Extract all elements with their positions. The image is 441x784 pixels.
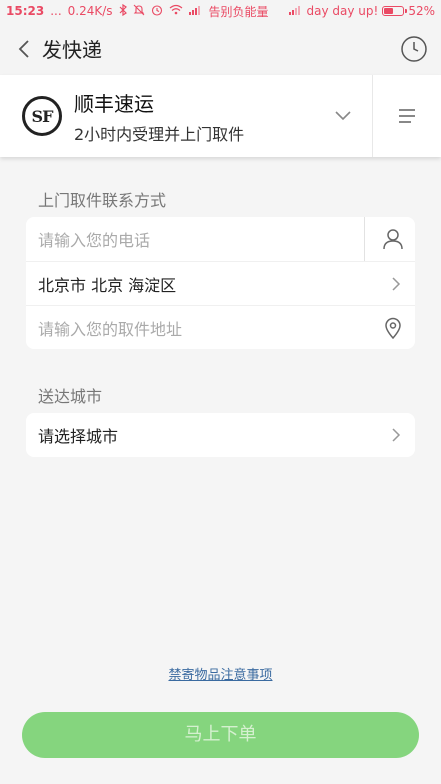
location-pin-icon[interactable] bbox=[381, 316, 405, 340]
battery-percent: 52% bbox=[408, 4, 435, 18]
courier-selector[interactable]: SF 顺丰速运 2小时内受理并上门取件 bbox=[0, 75, 441, 157]
sf-logo: SF bbox=[22, 96, 62, 136]
phone-input[interactable]: 请输入您的电话 bbox=[38, 227, 150, 251]
chevron-right-icon bbox=[391, 276, 401, 292]
courier-name: 顺丰速运 bbox=[74, 91, 154, 116]
status-time: 15:23 bbox=[6, 4, 45, 18]
clock-icon[interactable] bbox=[399, 34, 429, 64]
prohibited-items-link[interactable]: 禁寄物品注意事项 bbox=[0, 664, 441, 683]
battery-icon bbox=[382, 6, 408, 16]
network-speed: 0.24K/s bbox=[67, 4, 113, 18]
carrier-name-2: day day up! bbox=[306, 4, 379, 18]
carrier-name: 告别负能量 bbox=[208, 4, 269, 19]
pickup-section-label: 上门取件联系方式 bbox=[38, 191, 167, 210]
chevron-right-icon bbox=[391, 427, 401, 443]
address-row[interactable]: 请输入您的取件地址 bbox=[26, 305, 415, 349]
divider bbox=[364, 217, 365, 261]
alarm-icon bbox=[151, 4, 163, 19]
courier-info: 顺丰速运 2小时内受理并上门取件 bbox=[74, 88, 244, 145]
region-row[interactable]: 北京市 北京 海淀区 bbox=[26, 261, 415, 305]
chevron-left-icon[interactable] bbox=[14, 38, 34, 60]
status-bar: 15:23 ... 0.24K/s 告别负能量 day day up! 52% bbox=[0, 0, 441, 22]
contact-person-icon[interactable] bbox=[381, 227, 405, 251]
divider bbox=[372, 75, 373, 157]
destination-card: 请选择城市 bbox=[26, 413, 415, 457]
mute-icon bbox=[133, 4, 145, 19]
phone-row[interactable]: 请输入您的电话 bbox=[26, 217, 415, 261]
pickup-card: 请输入您的电话 北京市 北京 海淀区 请输入您的取件地址 bbox=[26, 217, 415, 349]
city-select[interactable]: 请选择城市 bbox=[38, 423, 118, 447]
signal-icon bbox=[188, 4, 203, 18]
chevron-down-icon[interactable] bbox=[328, 105, 358, 127]
submit-order-button[interactable]: 马上下单 bbox=[22, 712, 419, 758]
address-input[interactable]: 请输入您的取件地址 bbox=[38, 316, 182, 340]
signal-icon bbox=[288, 4, 303, 18]
wifi-icon bbox=[169, 4, 183, 18]
region-value: 北京市 北京 海淀区 bbox=[38, 275, 177, 295]
courier-subtitle: 2小时内受理并上门取件 bbox=[74, 124, 245, 144]
bluetooth-icon bbox=[119, 3, 127, 19]
city-row[interactable]: 请选择城市 bbox=[26, 413, 415, 457]
destination-section-label: 送达城市 bbox=[38, 387, 103, 406]
menu-icon[interactable] bbox=[390, 101, 424, 131]
app-header: 发快递 bbox=[0, 22, 441, 76]
status-dots: ... bbox=[50, 4, 62, 18]
page-title: 发快递 bbox=[42, 38, 102, 62]
